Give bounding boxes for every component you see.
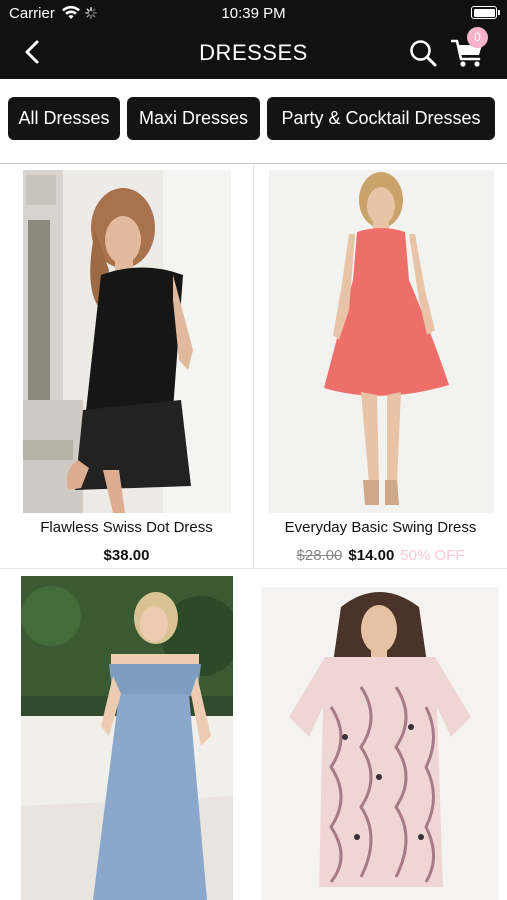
status-bar: Carrier 10:39 PM [0, 0, 507, 27]
product-card[interactable] [0, 569, 253, 900]
product-price: $14.00 [348, 547, 395, 564]
product-image[interactable] [23, 170, 231, 513]
battery-icon [471, 6, 500, 19]
filter-chip-maxi-dresses[interactable]: Maxi Dresses [127, 97, 260, 140]
product-card[interactable] [254, 569, 507, 900]
app-header: Carrier 10:39 PM DRESSES 0 [0, 0, 507, 79]
product-card[interactable]: Everyday Basic Swing Dress $28.00 $14.00 5… [254, 165, 507, 569]
product-name[interactable]: Flawless Swiss Dot Dress [0, 519, 253, 536]
product-image[interactable] [21, 576, 233, 900]
product-price: $38.00 [103, 547, 150, 564]
product-grid: Flawless Swiss Dot Dress $38.00 Everyday… [0, 165, 507, 900]
discount-label: 50% OFF [400, 547, 465, 564]
filter-chip-all-dresses[interactable]: All Dresses [8, 97, 120, 140]
category-filter-bar: All Dresses Maxi Dresses Party & Cocktai… [0, 79, 507, 164]
product-price-row: $28.00 $14.00 50% OFF [254, 547, 507, 564]
original-price: $28.00 [296, 547, 343, 564]
cart-count-badge: 0 [467, 27, 488, 48]
nav-bar: DRESSES 0 [0, 27, 507, 79]
clock: 10:39 PM [221, 5, 286, 22]
filter-chip-party-cocktail-dresses[interactable]: Party & Cocktail Dresses [267, 97, 495, 140]
product-price-row: $38.00 [0, 547, 253, 564]
search-icon[interactable] [408, 38, 438, 68]
product-image[interactable] [269, 170, 494, 513]
product-name[interactable]: Everyday Basic Swing Dress [254, 519, 507, 536]
product-card[interactable]: Flawless Swiss Dot Dress $38.00 [0, 165, 253, 569]
product-image[interactable] [261, 587, 499, 900]
